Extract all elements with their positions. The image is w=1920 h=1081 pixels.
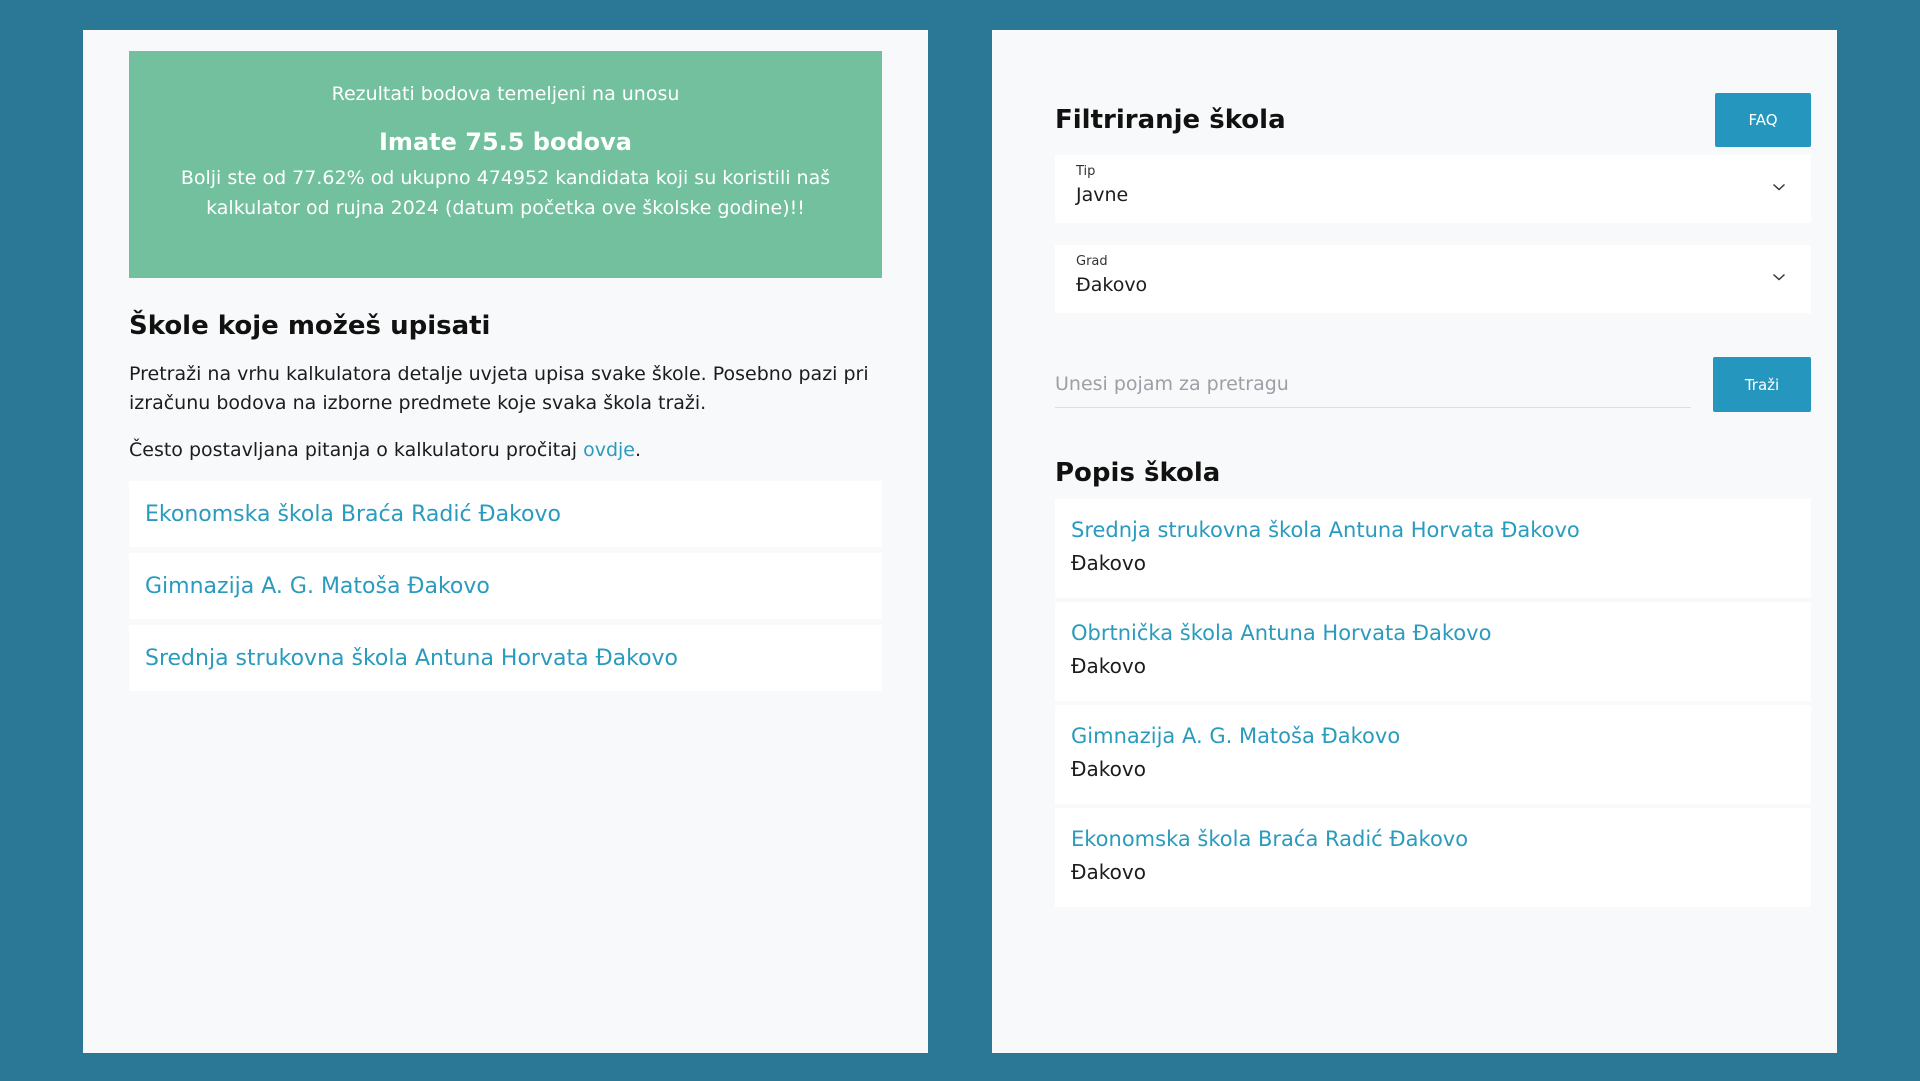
filter-title: Filtriranje škola: [1055, 105, 1286, 135]
school-city: Đakovo: [1071, 551, 1146, 575]
faq-button[interactable]: FAQ: [1715, 93, 1811, 147]
results-summary-box: Rezultati bodova temeljeni na unosu Imat…: [129, 51, 882, 278]
chevron-down-icon: [1773, 273, 1785, 281]
faq-line-prefix: Često postavljana pitanja o kalkulatoru …: [129, 439, 584, 461]
type-select[interactable]: Tip Javne: [1055, 155, 1811, 223]
school-name-link[interactable]: Gimnazija A. G. Matoša Đakovo: [1071, 721, 1795, 751]
filter-header: Filtriranje škola FAQ: [1055, 93, 1811, 147]
school-list: Srednja strukovna škola Antuna Horvata Đ…: [1055, 499, 1811, 907]
school-list-item[interactable]: Srednja strukovna škola Antuna Horvata Đ…: [1055, 499, 1811, 598]
results-detail: Bolji ste od 77.62% od ukupno 474952 kan…: [180, 167, 831, 219]
eligible-school-item[interactable]: Srednja strukovna škola Antuna Horvata Đ…: [129, 625, 882, 691]
eligible-school-item[interactable]: Gimnazija A. G. Matoša Đakovo: [129, 553, 882, 619]
school-list-item[interactable]: Obrtnička škola Antuna Horvata Đakovo Đa…: [1055, 602, 1811, 701]
eligible-schools-title: Škole koje možeš upisati: [129, 311, 491, 341]
school-list-title: Popis škola: [1055, 458, 1221, 488]
results-score: Imate 75.5 bodova: [379, 128, 632, 156]
school-list-item[interactable]: Ekonomska škola Braća Radić Đakovo Đakov…: [1055, 808, 1811, 907]
faq-line: Često postavljana pitanja o kalkulatoru …: [129, 436, 882, 465]
type-select-value: Javne: [1076, 184, 1129, 206]
school-city: Đakovo: [1071, 860, 1146, 884]
city-select-label: Grad: [1076, 254, 1108, 269]
school-city: Đakovo: [1071, 757, 1146, 781]
faq-link[interactable]: ovdje: [583, 439, 635, 461]
school-filter-panel: Filtriranje škola FAQ Tip Javne Grad Đak…: [992, 30, 1837, 1053]
search-button[interactable]: Traži: [1713, 357, 1811, 412]
school-name-link[interactable]: Srednja strukovna škola Antuna Horvata Đ…: [1071, 515, 1795, 545]
search-input[interactable]: [1055, 361, 1691, 408]
chevron-down-icon: [1773, 183, 1785, 191]
city-select-value: Đakovo: [1076, 274, 1148, 296]
eligible-schools-list: Ekonomska škola Braća Radić Đakovo Gimna…: [129, 481, 882, 691]
search-row: Traži: [1055, 357, 1811, 412]
results-intro: Rezultati bodova temeljeni na unosu: [331, 83, 680, 105]
city-select[interactable]: Grad Đakovo: [1055, 245, 1811, 313]
eligible-schools-description: Pretraži na vrhu kalkulatora detalje uvj…: [129, 363, 869, 414]
eligible-school-item[interactable]: Ekonomska škola Braća Radić Đakovo: [129, 481, 882, 547]
faq-line-suffix: .: [634, 439, 642, 461]
school-results-panel: Rezultati bodova temeljeni na unosu Imat…: [83, 30, 928, 1053]
school-name-link[interactable]: Ekonomska škola Braća Radić Đakovo: [1071, 824, 1795, 854]
school-name-link[interactable]: Obrtnička škola Antuna Horvata Đakovo: [1071, 618, 1795, 648]
school-list-item[interactable]: Gimnazija A. G. Matoša Đakovo Đakovo: [1055, 705, 1811, 804]
type-select-label: Tip: [1076, 164, 1096, 179]
school-city: Đakovo: [1071, 654, 1146, 678]
